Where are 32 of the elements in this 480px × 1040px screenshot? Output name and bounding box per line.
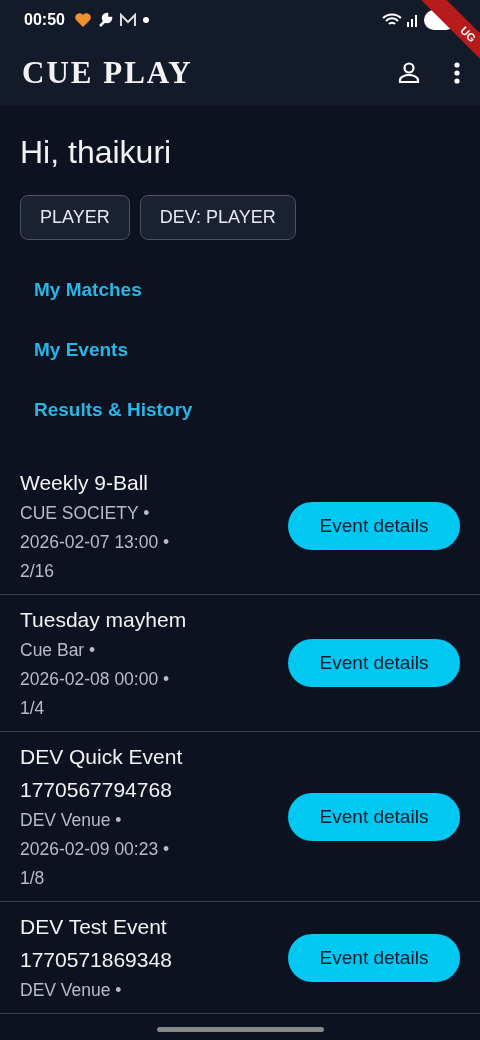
event-detail: 1/4 bbox=[20, 697, 46, 720]
nav-link[interactable]: My Events bbox=[34, 320, 128, 380]
event-detail: DEV Venue • bbox=[20, 809, 123, 832]
nav-link[interactable]: Results & History bbox=[34, 380, 193, 440]
event-title: DEV Test Event 1770571869348 bbox=[20, 914, 173, 973]
role-chip[interactable]: PLAYER bbox=[20, 195, 130, 240]
event-details-button[interactable]: Event details bbox=[288, 792, 460, 841]
role-chip[interactable]: DEV: PLAYER bbox=[139, 195, 296, 240]
person-icon[interactable] bbox=[398, 62, 420, 84]
event-detail: 2026-02-09 00:23 • bbox=[20, 838, 171, 861]
event-detail: 1/8 bbox=[20, 867, 46, 890]
nav-link[interactable]: My Matches bbox=[34, 260, 142, 320]
event-details-button[interactable]: Event details bbox=[288, 639, 460, 687]
greeting: Hi, thaikuri bbox=[20, 134, 173, 171]
event-title: DEV Quick Event 1770567794768 bbox=[20, 744, 184, 803]
dot-icon bbox=[142, 17, 149, 23]
event-detail: CUE SOCIETY • bbox=[20, 502, 151, 525]
event-detail: 2/16 bbox=[20, 560, 56, 583]
status-time: 00:50 bbox=[24, 11, 65, 29]
event-title: Tuesday mayhem bbox=[20, 607, 188, 633]
event-detail: 2026-02-08 00:00 • bbox=[20, 668, 171, 691]
event-detail: 2026-02-07 13:00 • bbox=[20, 531, 171, 554]
event-details-button[interactable]: Event details bbox=[288, 502, 460, 550]
event-details-button[interactable]: Event details bbox=[288, 933, 460, 982]
app-title: CUE PLAY bbox=[22, 55, 193, 91]
heart-icon bbox=[74, 13, 91, 27]
event-detail: Cue Bar • bbox=[20, 639, 97, 662]
signal-icon bbox=[406, 13, 420, 27]
mail-icon bbox=[118, 13, 137, 27]
event-title: Weekly 9-Ball bbox=[20, 470, 149, 496]
more-icon[interactable] bbox=[454, 62, 460, 84]
event-detail: DEV Venue • bbox=[20, 979, 123, 1002]
